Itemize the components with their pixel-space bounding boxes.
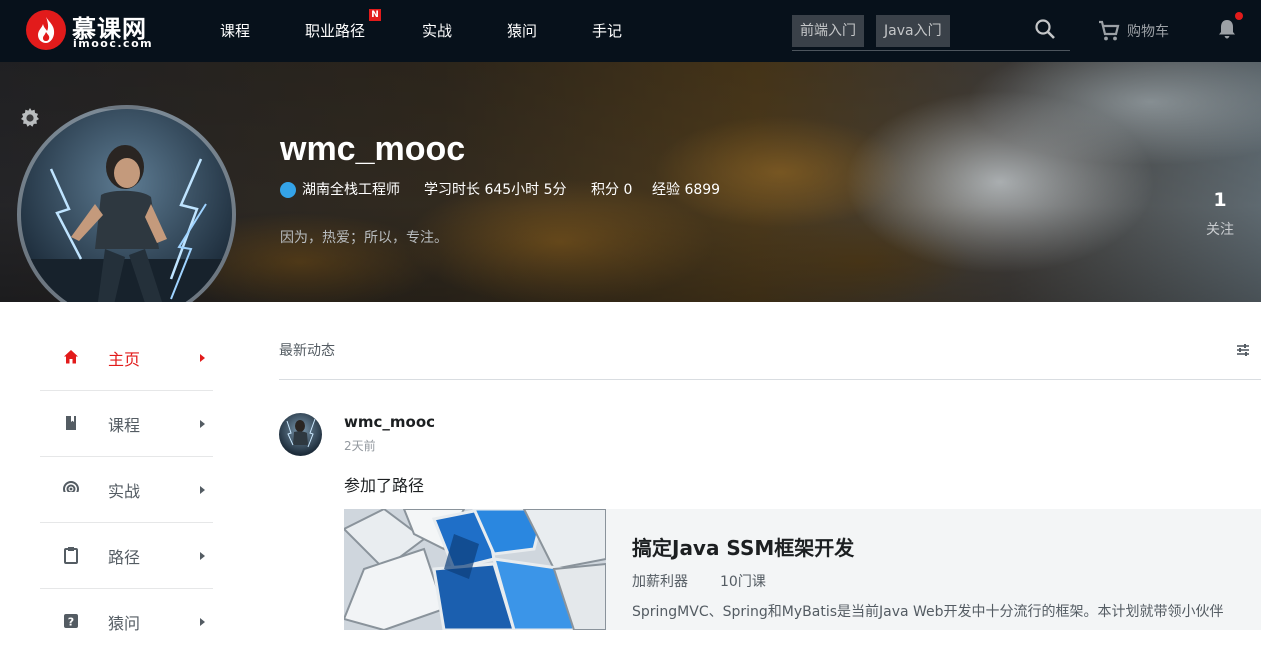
search-hot-tag[interactable]: Java入门 [876, 15, 950, 47]
nav-item-practice[interactable]: 实战 [422, 21, 452, 41]
bell-icon[interactable] [1216, 18, 1238, 40]
nav-item-notes[interactable]: 手记 [592, 21, 622, 41]
cart-icon [1099, 20, 1120, 41]
profile-signature: 因为，热爱；所以，专注。 [280, 230, 448, 246]
post-username[interactable]: wmc_mooc [344, 413, 435, 431]
experience: 经验 6899 [652, 182, 721, 198]
chevron-right-icon [200, 420, 205, 428]
path-card-tag: 加薪利器 [632, 574, 688, 590]
cart-button[interactable]: 购物车 [1097, 19, 1177, 43]
sidebar-item-label: 课程 [108, 416, 141, 435]
svg-text:?: ? [68, 616, 74, 629]
site-logo[interactable]: 慕课网 imooc.com [26, 10, 166, 52]
male-icon [280, 182, 296, 198]
points: 积分 0 [591, 182, 633, 198]
nav-item-courses[interactable]: 课程 [220, 21, 250, 41]
filter-icon[interactable] [1236, 343, 1250, 357]
sidebar-item-courses[interactable]: 课程 [40, 391, 213, 457]
question-icon: ? [64, 614, 78, 629]
post-time: 2天前 [344, 439, 376, 453]
search-icon[interactable] [1034, 18, 1056, 40]
book-icon [66, 416, 76, 430]
profile-title: 湖南全栈工程师 [302, 182, 400, 198]
follow-label[interactable]: 关注 [1200, 219, 1240, 239]
path-card-course-count: 10门课 [720, 574, 766, 590]
sidebar-item-qa[interactable]: ? 猿问 [40, 589, 213, 655]
sidebar-item-home[interactable]: 主页 [40, 325, 213, 391]
sidebar-item-path[interactable]: 路径 [40, 523, 213, 589]
chevron-right-icon [200, 486, 205, 494]
clipboard-icon [64, 547, 78, 564]
sidebar-item-label: 主页 [108, 350, 141, 369]
target-icon [62, 481, 80, 498]
path-cover-image [344, 509, 606, 630]
search-hot-tag[interactable]: 前端入门 [792, 15, 864, 47]
top-nav: 慕课网 imooc.com 课程 职业路径 N 实战 猿问 手记 前端入门 Ja… [0, 0, 1261, 62]
flame-icon [38, 17, 55, 43]
logo-domain: imooc.com [73, 37, 154, 50]
notification-dot [1235, 12, 1243, 20]
nav-item-career-path[interactable]: 职业路径 [305, 21, 365, 41]
chevron-right-icon [200, 552, 205, 560]
chevron-right-icon [200, 354, 205, 362]
sidebar-item-label: 实战 [108, 482, 141, 501]
new-badge: N [369, 9, 381, 21]
feed-divider [279, 379, 1261, 380]
feed-heading: 最新动态 [279, 343, 335, 359]
study-time: 学习时长 645小时 5分 [424, 182, 567, 198]
profile-banner: wmc_mooc 湖南全栈工程师 学习时长 645小时 5分 积分 0 经验 6… [0, 62, 1261, 302]
post-text: 参加了路径 [344, 476, 425, 495]
cart-label: 购物车 [1127, 24, 1169, 40]
search-box[interactable]: 前端入门 Java入门 [792, 14, 1070, 51]
path-card-image [344, 509, 606, 630]
gear-icon[interactable] [18, 106, 42, 130]
path-card-title[interactable]: 搞定Java SSM框架开发 [632, 532, 854, 561]
avatar-image [21, 145, 232, 302]
sidebar-item-practice[interactable]: 实战 [40, 457, 213, 523]
home-icon [64, 350, 78, 364]
path-card[interactable]: 搞定Java SSM框架开发 加薪利器 10门课 SpringMVC、Sprin… [344, 509, 1261, 630]
nav-item-qa[interactable]: 猿问 [507, 21, 537, 41]
sidebar-item-label: 猿问 [108, 614, 141, 633]
profile-username: wmc_mooc [280, 130, 466, 168]
follow-count[interactable]: 1 [1200, 189, 1240, 211]
sidebar-item-label: 路径 [108, 548, 141, 567]
avatar-image [286, 418, 316, 448]
path-card-description: SpringMVC、Spring和MyBatis是当前Java Web开发中十分… [632, 604, 1224, 620]
chevron-right-icon [200, 618, 205, 626]
post-avatar[interactable] [279, 413, 322, 456]
